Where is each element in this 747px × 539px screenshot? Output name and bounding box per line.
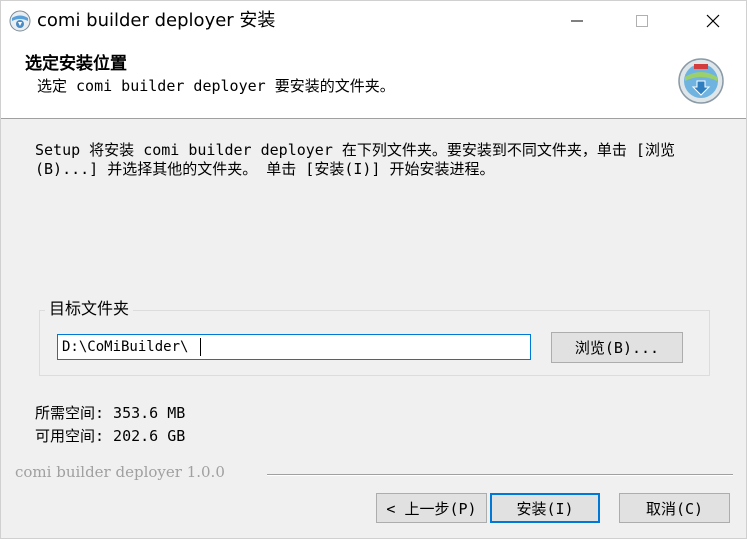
cancel-button[interactable]: 取消(C) (619, 493, 730, 523)
back-button[interactable]: < 上一步(P) (376, 493, 487, 523)
text-caret (200, 338, 201, 356)
installer-app-icon (9, 10, 31, 32)
window-title: comi builder deployer 安装 (37, 10, 276, 31)
page-subtitle: 选定 comi builder deployer 要安装的文件夹。 (37, 77, 395, 95)
install-button[interactable]: 安装(I) (490, 493, 600, 523)
page-header: 选定安装位置 选定 comi builder deployer 要安装的文件夹。 (1, 41, 746, 119)
footer-divider (267, 474, 733, 476)
instructions-text: Setup 将安装 comi builder deployer 在下列文件夹。要… (35, 141, 675, 178)
space-available-text: 可用空间: 202.6 GB (35, 427, 186, 445)
installer-window: comi builder deployer 安装 选定安装位置 选定 comi … (0, 0, 747, 539)
brand-text: comi builder deployer 1.0.0 (15, 463, 225, 481)
header-divider (1, 118, 746, 119)
folder-path-input[interactable] (57, 334, 531, 360)
close-button[interactable] (690, 1, 736, 41)
title-bar[interactable]: comi builder deployer 安装 (1, 1, 746, 41)
browse-button[interactable]: 浏览(B)... (551, 332, 683, 363)
space-required-text: 所需空间: 353.6 MB (35, 404, 186, 422)
minimize-icon (571, 20, 583, 22)
minimize-button[interactable] (554, 1, 600, 41)
page-title: 选定安装位置 (25, 54, 127, 74)
maximize-button[interactable] (619, 1, 665, 41)
close-icon (706, 14, 720, 28)
maximize-icon (636, 15, 648, 27)
target-folder-label: 目标文件夹 (45, 298, 134, 320)
installer-disk-icon (678, 58, 724, 104)
